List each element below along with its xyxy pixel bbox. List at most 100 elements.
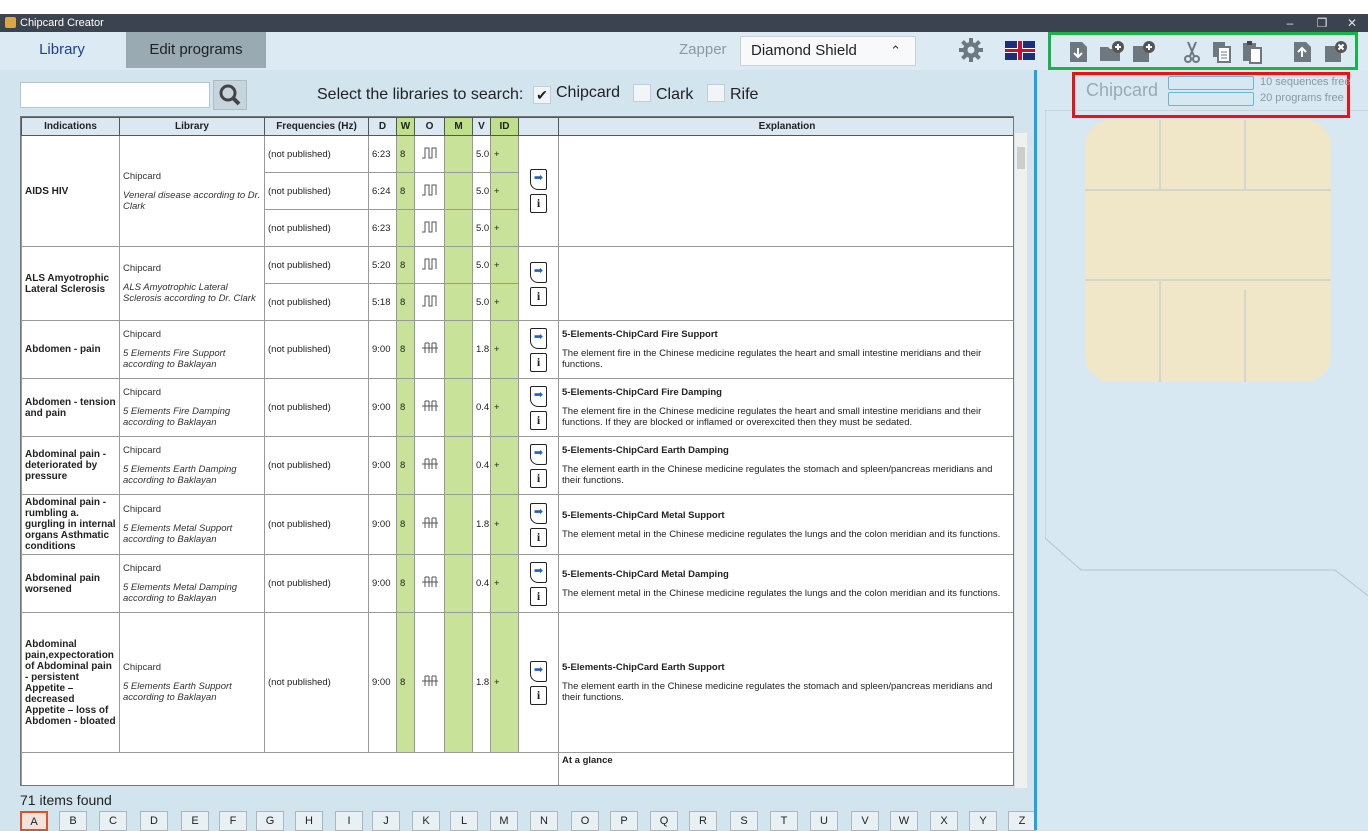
info-icon[interactable]: i [530,586,547,606]
add-to-card-icon[interactable]: ➡ [530,327,547,349]
info-icon[interactable]: i [530,410,547,430]
letter-button-w[interactable]: W [890,811,918,831]
table-row[interactable]: Abdominal pain - deteriorated by pressur… [21,436,1013,495]
zapper-select[interactable]: Diamond Shield ⌃ [740,36,916,66]
letter-button-u[interactable]: U [810,811,838,831]
letter-button-a[interactable]: A [20,811,48,831]
letter-button-c[interactable]: C [99,811,127,831]
scrollbar-thumb[interactable] [1017,147,1025,169]
table-row[interactable]: AIDS HIV Chipcard Veneral disease accordin… [21,135,1013,247]
table-row[interactable]: Abdomen - tension and pain Chipcard 5 Elem… [21,378,1013,437]
letter-button-l[interactable]: L [450,811,478,831]
letter-button-r[interactable]: R [689,811,717,831]
cut-icon[interactable] [1181,40,1203,64]
column-header[interactable]: W [396,117,415,136]
info-icon[interactable]: i [530,194,547,213]
column-header[interactable]: O [414,117,445,136]
gear-icon[interactable] [958,37,984,63]
library-cell: Chipcard 5 Elements Earth Support accordi… [119,612,265,753]
copy-icon[interactable] [1211,40,1233,64]
letter-button-x[interactable]: X [930,811,958,831]
library-name: Chipcard [123,263,162,274]
letter-button-e[interactable]: E [181,811,209,831]
letter-button-i[interactable]: I [335,811,363,831]
column-header[interactable]: M [444,117,473,136]
uk-flag-icon[interactable] [1005,41,1035,60]
m-cell [444,612,473,753]
close-button[interactable]: ✕ [1340,14,1364,32]
info-icon[interactable]: i [530,527,547,547]
letter-button-k[interactable]: K [412,811,440,831]
letter-button-n[interactable]: N [530,811,558,831]
table-row[interactable]: Abdomen - pain Chipcard 5 Elements Fire Su… [21,320,1013,379]
search-button[interactable] [213,80,247,110]
letter-button-y[interactable]: Y [969,811,997,831]
clark-checkbox[interactable]: Clark [633,84,693,104]
rife-checkbox[interactable]: Rife [707,84,758,104]
table-row[interactable]: Abdominal pain - rumbling a. gurgling in… [21,494,1013,555]
letter-button-s[interactable]: S [730,811,758,831]
minimize-button[interactable]: – [1278,14,1302,32]
tab-library[interactable]: Library [0,32,124,68]
m-cell [444,246,473,284]
column-header[interactable]: Indications [21,117,120,136]
add-to-card-icon[interactable]: ➡ [530,261,547,283]
waveform-icon [421,458,439,474]
id-cell: + [490,283,519,321]
letter-button-f[interactable]: F [219,811,247,831]
letter-button-o[interactable]: O [571,811,599,831]
letter-button-h[interactable]: H [295,811,323,831]
info-icon[interactable]: i [530,286,547,306]
indication-cell: Abdominal pain worsened [21,554,120,613]
letter-button-g[interactable]: G [256,811,284,831]
info-icon[interactable]: i [530,685,547,705]
tab-edit-programs[interactable]: Edit programs [126,32,266,68]
restore-button[interactable]: ❐ [1310,14,1334,32]
duration-cell: 9:00 [368,436,397,495]
add-to-card-icon[interactable]: ➡ [530,561,547,583]
letter-button-j[interactable]: J [372,811,400,831]
add-to-card-icon[interactable]: ➡ [530,385,547,407]
explanation-cell: 5-Elements-ChipCard Earth Support The ele… [558,612,1013,753]
table-row[interactable]: Abdominal pain worsened Chipcard 5 Element… [21,554,1013,613]
letter-button-m[interactable]: M [490,811,518,831]
add-to-card-icon[interactable]: ➡ [530,443,547,465]
column-header[interactable]: D [368,117,397,136]
info-icon[interactable]: i [530,468,547,488]
add-to-card-icon[interactable]: ➡ [530,502,547,524]
table-scrollbar[interactable] [1015,133,1027,788]
indication-cell: Abdominal pain - rumbling a. gurgling in… [21,494,120,555]
letter-button-t[interactable]: T [770,811,798,831]
folder-add-icon[interactable] [1099,40,1125,64]
indication-cell: AIDS HIV [21,135,120,247]
letter-button-q[interactable]: Q [650,811,678,831]
column-header[interactable]: Frequencies (Hz) [264,117,369,136]
letter-button-z[interactable]: Z [1008,811,1036,831]
m-cell [444,436,473,495]
chipcard-checkbox[interactable]: ✔ Chipcard [533,84,620,104]
add-to-card-icon[interactable]: ➡ [530,169,547,190]
table-row[interactable]: ALS Amyotrophic Lateral Sclerosis Chipcar… [21,246,1013,321]
letter-button-d[interactable]: D [140,811,168,831]
paste-icon[interactable] [1241,40,1263,64]
indication-cell: Abdominal pain,expectoration of Abdomina… [21,612,120,753]
card-add-icon[interactable] [1131,40,1157,64]
column-header[interactable] [518,117,559,136]
column-header[interactable]: Library [119,117,265,136]
card-read-icon[interactable] [1067,40,1089,64]
letter-button-v[interactable]: V [851,811,879,831]
card-delete-icon[interactable] [1323,40,1349,64]
table-row[interactable]: At a glance [21,752,1013,785]
library-note: 5 Elements Metal Support according to Ba… [123,523,233,545]
card-write-icon[interactable] [1291,40,1313,64]
table-row[interactable]: Abdominal pain,expectoration of Abdomina… [21,612,1013,753]
column-header[interactable]: ID [490,117,519,136]
letter-button-p[interactable]: P [610,811,638,831]
info-icon[interactable]: i [530,352,547,372]
search-input[interactable] [20,82,210,108]
letter-button-b[interactable]: B [59,811,87,831]
column-header[interactable]: V [472,117,491,136]
duration-cell: 9:00 [368,320,397,379]
add-to-card-icon[interactable]: ➡ [530,660,547,682]
column-header[interactable]: Explanation [558,117,1013,136]
